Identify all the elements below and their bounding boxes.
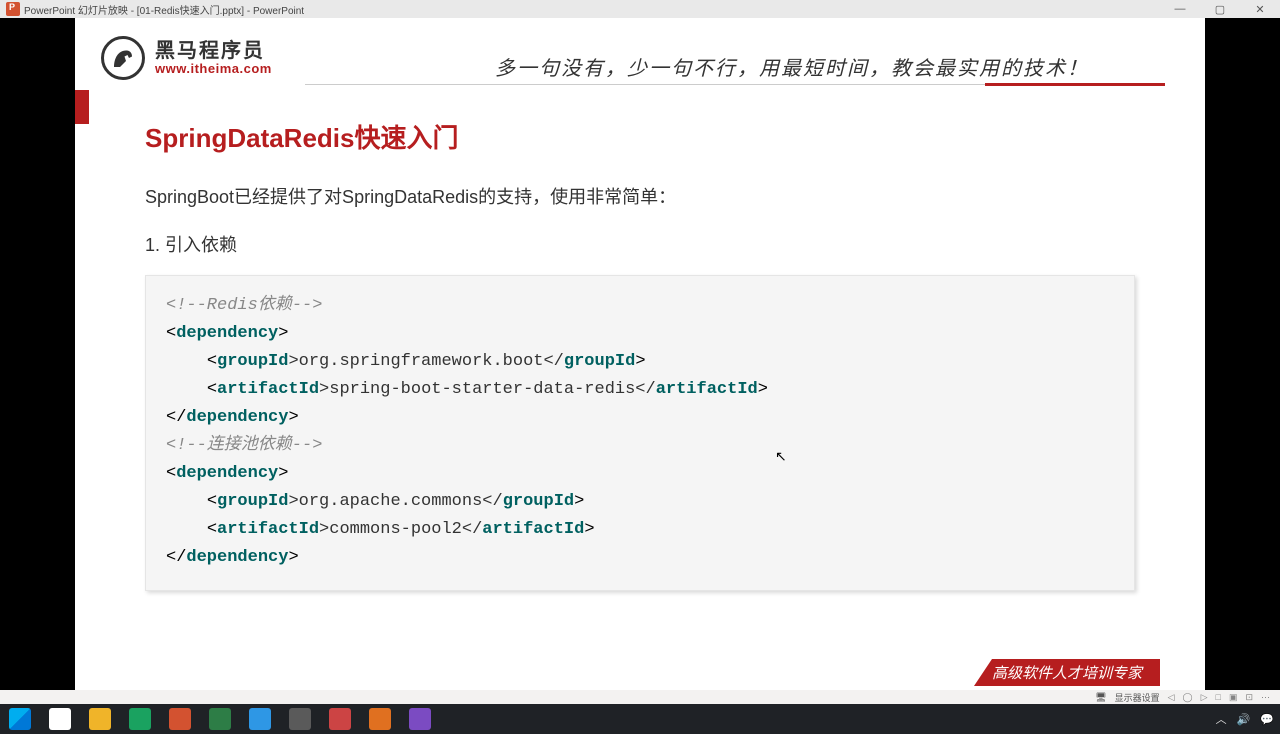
volume-icon[interactable]: 🔊 — [1237, 713, 1251, 726]
view-button-3[interactable]: ⊡ — [1245, 692, 1253, 703]
slide-body: SpringDataRedis快速入门 SpringBoot已经提供了对Spri… — [145, 118, 1135, 591]
taskbar-app-1[interactable] — [80, 704, 120, 734]
system-tray: ︿ 🔊 💬 — [1216, 711, 1274, 727]
brand-url: www.itheima.com — [155, 62, 272, 76]
taskbar-app-5[interactable] — [240, 704, 280, 734]
minimize-button[interactable]: — — [1160, 0, 1200, 18]
brand-logo: 黑马程序员 www.itheima.com — [101, 36, 272, 80]
view-button-2[interactable]: ▣ — [1229, 692, 1238, 703]
code-comment-pool: <!--连接池依赖--> — [166, 436, 322, 455]
powerpoint-icon — [6, 2, 20, 16]
windows-taskbar: ︿ 🔊 💬 — [0, 704, 1280, 734]
powerpoint-statusbar: 🖥 显示器设置 ◁ ◯ ▷ □ ▣ ⊡ ⋯ — [0, 690, 1280, 704]
taskbar-app-3[interactable] — [160, 704, 200, 734]
slide-heading: SpringDataRedis快速入门 — [145, 118, 1135, 155]
brand-name-cn: 黑马程序员 — [155, 40, 272, 62]
taskbar-app-9[interactable] — [400, 704, 440, 734]
start-button[interactable] — [0, 704, 40, 734]
taskbar-app-6[interactable] — [280, 704, 320, 734]
taskbar-app-2[interactable] — [120, 704, 160, 734]
step-1-label: 1. 引入依赖 — [145, 231, 1135, 257]
right-black-bar — [1205, 18, 1280, 690]
pen-tool-button[interactable]: ◯ — [1183, 692, 1193, 703]
header-underline — [305, 84, 1165, 85]
red-side-tab — [75, 90, 89, 124]
slideshow-stage: 黑马程序员 www.itheima.com 多一句没有，少一句不行，用最短时间，… — [0, 18, 1280, 690]
maximize-button[interactable]: ▢ — [1200, 0, 1240, 18]
next-slide-button[interactable]: ▷ — [1201, 692, 1208, 703]
code-block: <!--Redis依赖--> <dependency> <groupId>org… — [145, 275, 1135, 591]
monitor-settings-icon[interactable]: 🖥 — [1095, 692, 1106, 703]
left-black-bar — [0, 18, 75, 690]
tray-expand-icon[interactable]: ︿ — [1216, 711, 1227, 727]
display-settings-label[interactable]: 显示器设置 — [1115, 691, 1160, 704]
prev-slide-button[interactable]: ◁ — [1168, 692, 1175, 703]
taskbar-app-0[interactable] — [40, 704, 80, 734]
taskbar-app-7[interactable] — [320, 704, 360, 734]
window-title: PowerPoint 幻灯片放映 - [01-Redis快速入门.pptx] -… — [24, 2, 304, 17]
close-button[interactable]: ✕ — [1240, 0, 1280, 18]
notifications-icon[interactable]: 💬 — [1260, 713, 1274, 726]
taskbar-app-8[interactable] — [360, 704, 400, 734]
horse-logo-icon — [101, 36, 145, 80]
code-comment-redis: <!--Redis依赖--> — [166, 296, 322, 315]
more-button[interactable]: ⋯ — [1261, 692, 1270, 703]
taskbar-app-4[interactable] — [200, 704, 240, 734]
window-titlebar: PowerPoint 幻灯片放映 - [01-Redis快速入门.pptx] -… — [0, 0, 1280, 18]
view-button-1[interactable]: □ — [1216, 692, 1221, 702]
slide-content[interactable]: 黑马程序员 www.itheima.com 多一句没有，少一句不行，用最短时间，… — [75, 18, 1205, 690]
watermark-banner: 高级软件人才培训专家 — [974, 659, 1160, 686]
mouse-cursor-icon: ↖ — [775, 448, 787, 465]
brand-tagline: 多一句没有，少一句不行，用最短时间，教会最实用的技术！ — [495, 52, 1089, 81]
slide-intro: SpringBoot已经提供了对SpringDataRedis的支持，使用非常简… — [145, 183, 1135, 209]
window-controls: — ▢ ✕ — [1160, 0, 1280, 18]
